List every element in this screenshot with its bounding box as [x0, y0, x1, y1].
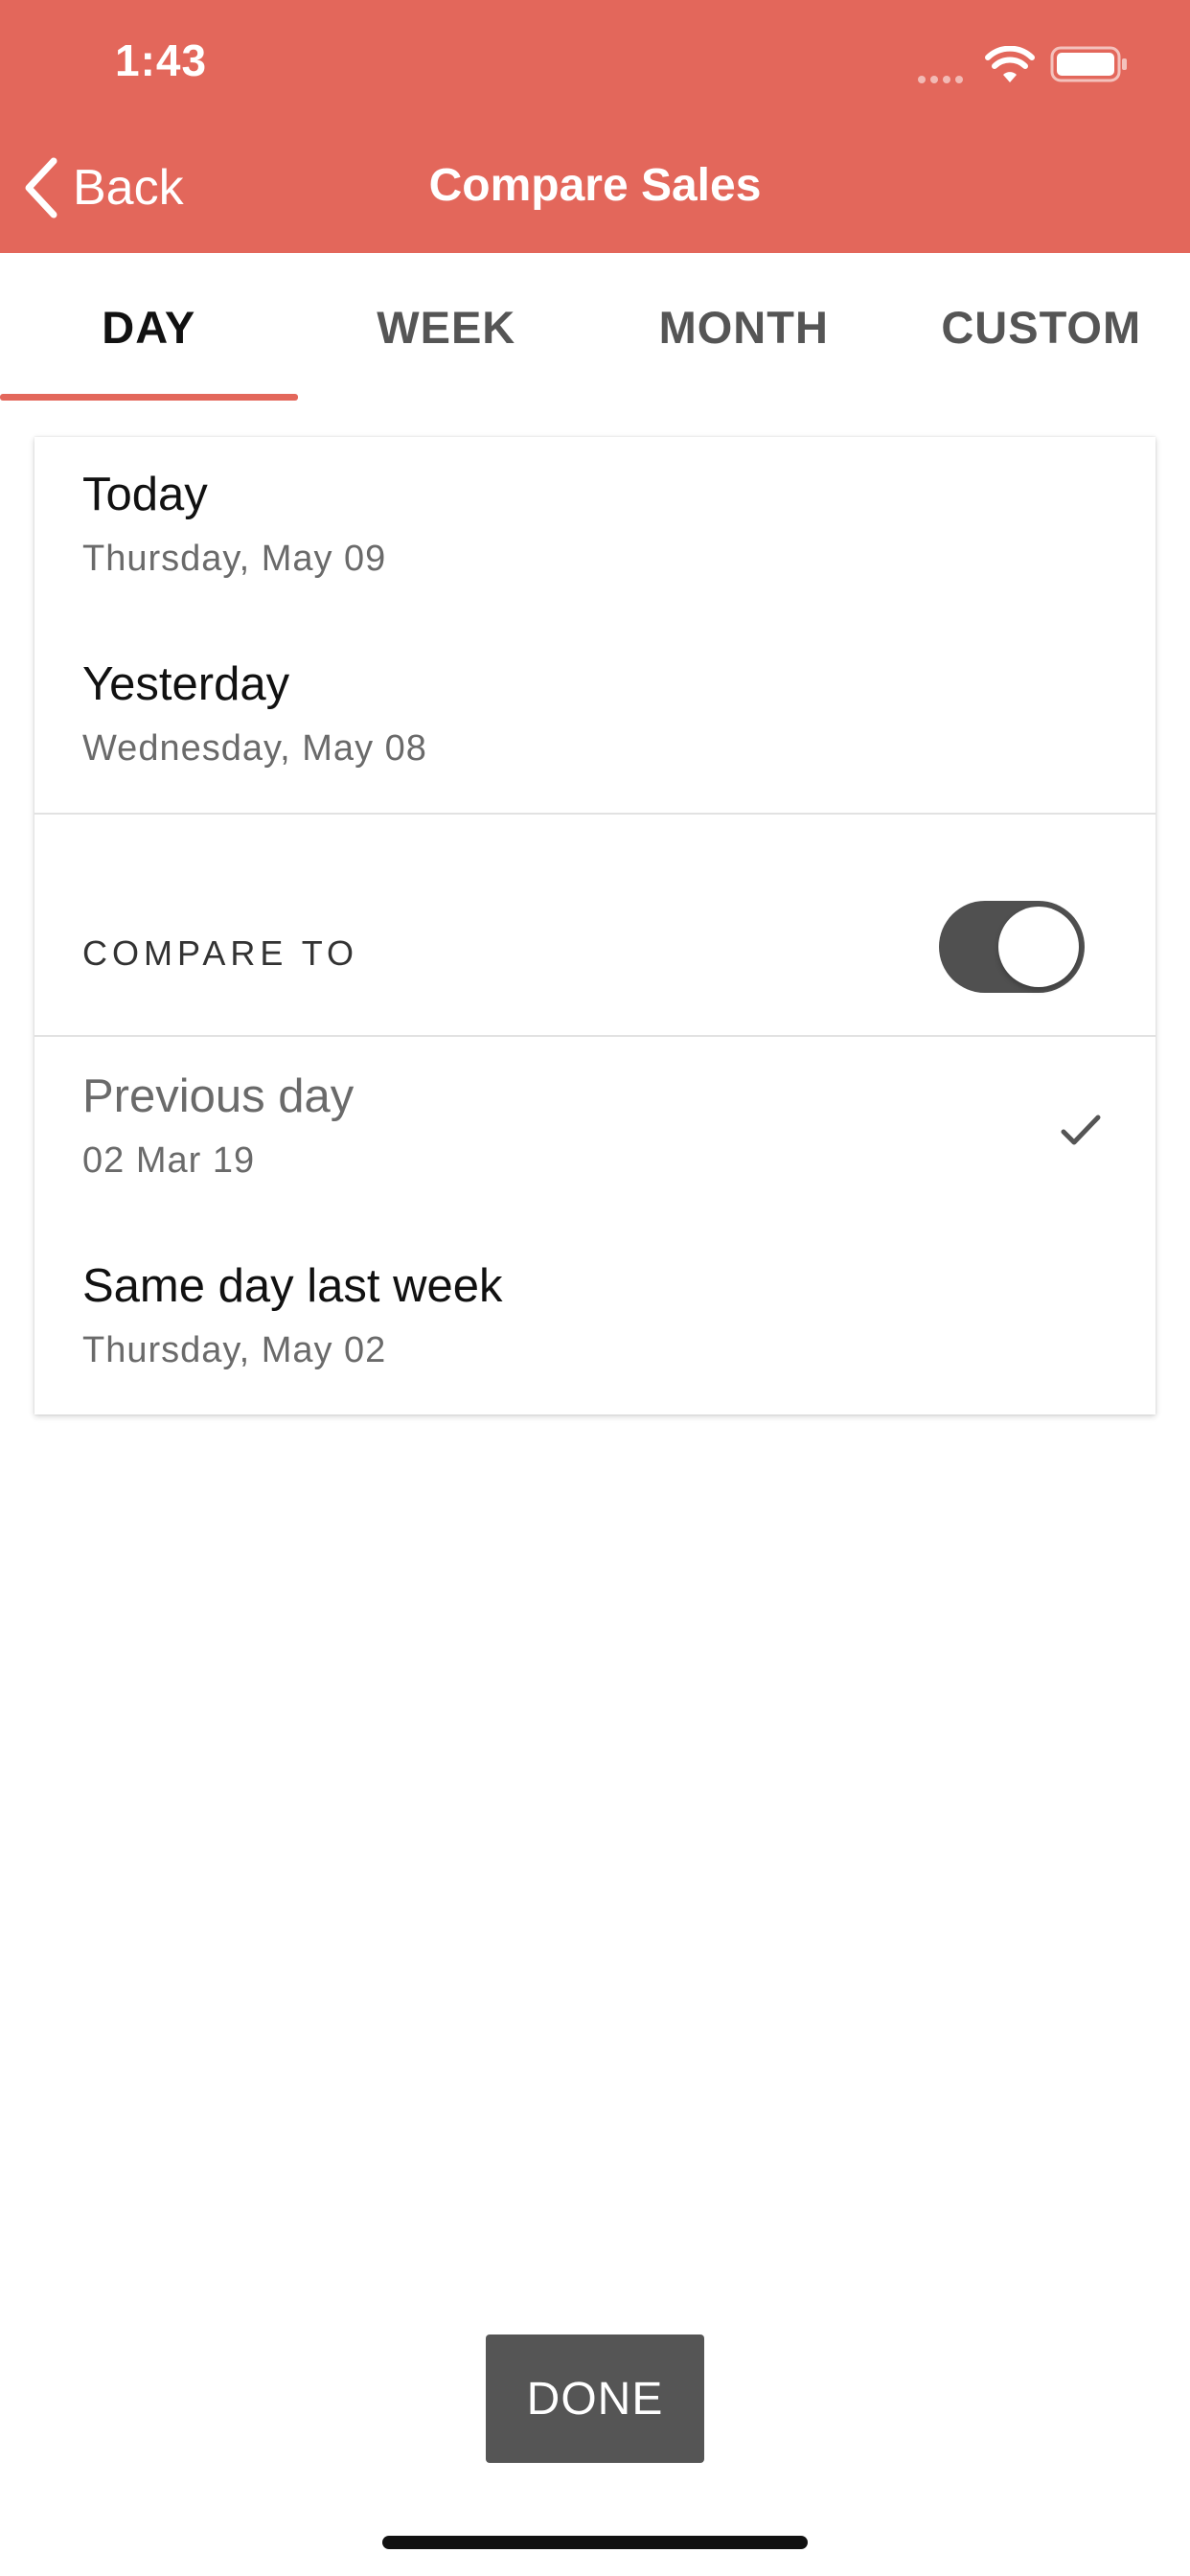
battery-icon — [1050, 46, 1127, 82]
home-indicator — [382, 2536, 808, 2549]
wifi-icon — [985, 46, 1035, 82]
tab-month[interactable]: MONTH — [595, 253, 893, 401]
period-date: Wednesday, May 08 — [82, 728, 427, 769]
page-title: Compare Sales — [428, 160, 762, 211]
compare-option-date: Thursday, May 02 — [82, 1330, 387, 1370]
tab-week[interactable]: WEEK — [298, 253, 596, 401]
divider — [34, 1035, 1156, 1037]
compare-option-previous-day[interactable]: Previous day 02 Mar 19 — [82, 1070, 354, 1182]
divider — [34, 813, 1156, 815]
compare-card: Today Thursday, May 09 Yesterday Wednesd… — [34, 437, 1156, 1414]
done-button[interactable]: DONE — [486, 2334, 704, 2463]
period-date: Thursday, May 09 — [82, 539, 387, 579]
period-item-yesterday[interactable]: Yesterday Wednesday, May 08 — [82, 657, 427, 770]
tab-day[interactable]: DAY — [0, 253, 298, 401]
compare-to-label: COMPARE TO — [82, 933, 359, 973]
signal-icon — [918, 71, 968, 88]
compare-option-date: 02 Mar 19 — [82, 1140, 256, 1181]
compare-toggle[interactable] — [939, 901, 1085, 993]
tab-custom[interactable]: CUSTOM — [893, 253, 1190, 401]
checkmark-icon — [1061, 1115, 1101, 1145]
compare-option-same-day-last-week[interactable]: Same day last week Thursday, May 02 — [82, 1259, 503, 1371]
period-title: Yesterday — [82, 658, 290, 710]
status-time: 1:43 — [115, 35, 208, 85]
compare-option-title: Same day last week — [82, 1260, 503, 1312]
compare-option-title: Previous day — [82, 1070, 355, 1122]
period-item-today[interactable]: Today Thursday, May 09 — [82, 468, 386, 580]
toggle-knob — [998, 907, 1079, 987]
period-tabs: DAY WEEK MONTH CUSTOM — [0, 253, 1190, 401]
app-header: 1:43 Back Compare Sales — [0, 0, 1190, 253]
period-title: Today — [82, 469, 208, 520]
